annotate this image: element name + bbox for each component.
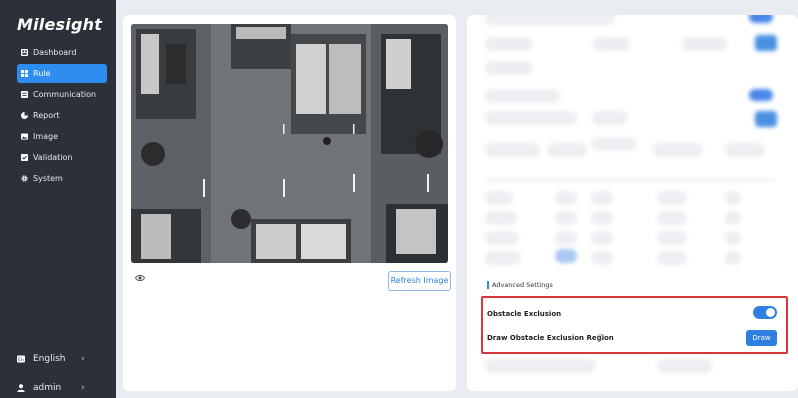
user-icon [17,384,25,392]
sidebar-item-report[interactable]: Report [17,106,107,125]
camera-image [131,24,448,263]
gear-icon [21,175,28,182]
refresh-image-button[interactable]: Refresh Image [388,271,451,291]
language-selector[interactable]: En English › [17,352,97,366]
draw-region-label: Draw Obstacle Exclusion Region [487,334,614,342]
eye-icon[interactable] [135,273,145,283]
sidebar-item-label: Image [33,132,59,141]
report-icon [21,112,28,119]
communication-icon [21,91,28,98]
sidebar-item-rule[interactable]: Rule [17,64,107,83]
dashboard-icon [21,49,28,56]
highlight-box [481,296,788,354]
sidebar-item-validation[interactable]: Validation [17,148,107,167]
sidebar-item-label: Report [33,111,60,120]
user-label: admin [33,383,62,393]
app-logo: Milesight [17,15,103,34]
camera-panel: Refresh Image [123,15,456,391]
language-icon: En [17,355,25,363]
chevron-right-icon: › [81,383,85,393]
user-menu[interactable]: admin › [17,381,97,395]
obstacle-exclusion-toggle[interactable] [753,306,777,319]
sidebar-item-label: Rule [33,69,51,78]
obstacle-exclusion-label: Obstacle Exclusion [487,310,562,318]
sidebar-item-label: Validation [33,153,73,162]
sidebar-item-label: System [33,174,63,183]
validation-icon [21,154,28,161]
sidebar: Milesight Dashboard Rule Communication R… [0,0,116,398]
sidebar-item-system[interactable]: System [17,169,107,188]
draw-button[interactable]: Draw [746,330,777,346]
sidebar-item-label: Communication [33,90,97,99]
camera-scene [131,24,448,263]
image-icon [21,133,28,140]
info-icon [597,334,603,340]
svg-text:En: En [18,357,24,363]
sidebar-item-dashboard[interactable]: Dashboard [17,43,107,62]
toggle-knob [766,308,775,317]
advanced-settings-title: Advanced Settings [487,281,553,289]
rule-icon [21,70,28,77]
chevron-right-icon: › [81,354,85,364]
sidebar-nav: Dashboard Rule Communication Report Imag… [0,43,116,190]
sidebar-item-communication[interactable]: Communication [17,85,107,104]
language-label: English [33,354,66,364]
sidebar-item-label: Dashboard [33,48,77,57]
sidebar-item-image[interactable]: Image [17,127,107,146]
